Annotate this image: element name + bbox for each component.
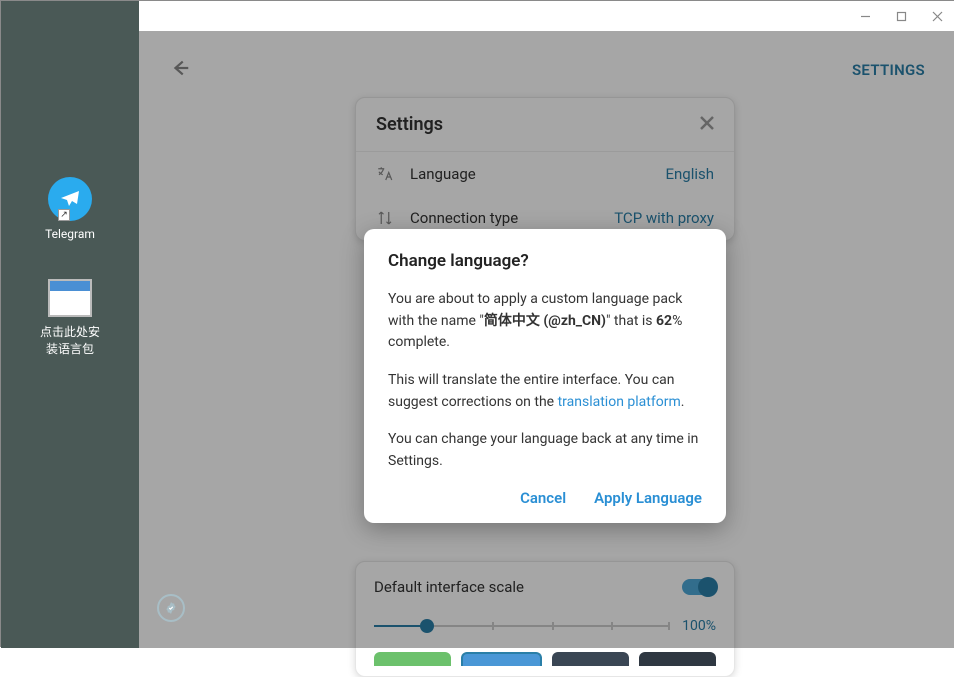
app-content: SETTINGS Settings Language English xyxy=(139,31,954,648)
titlebar xyxy=(139,1,954,31)
file-icon xyxy=(48,279,92,317)
theme-swatches xyxy=(374,652,716,666)
telegram-window: SETTINGS Settings Language English xyxy=(139,1,954,648)
telegram-icon: ↗ xyxy=(48,177,92,221)
theme-swatch-darker[interactable] xyxy=(639,652,716,666)
theme-swatch-green[interactable] xyxy=(374,652,451,666)
desktop-icon-label: Telegram xyxy=(39,227,101,241)
verified-badge-icon xyxy=(157,594,185,622)
theme-swatch-blue[interactable] xyxy=(461,652,542,666)
desktop-background: ↗ Telegram 点击此处安装语言包 xyxy=(1,1,139,648)
maximize-button[interactable] xyxy=(883,1,919,31)
desktop-icon-telegram[interactable]: ↗ Telegram xyxy=(39,177,101,241)
desktop-icon-label: 点击此处安装语言包 xyxy=(39,323,101,357)
apply-language-button[interactable]: Apply Language xyxy=(594,489,702,507)
minimize-button[interactable] xyxy=(847,1,883,31)
dialog-actions: Cancel Apply Language xyxy=(388,489,702,507)
cancel-button[interactable]: Cancel xyxy=(520,489,566,507)
change-language-dialog: Change language? You are about to apply … xyxy=(364,229,726,523)
dialog-para-3: You can change your language back at any… xyxy=(388,429,702,472)
theme-swatch-dark[interactable] xyxy=(552,652,629,666)
dialog-body: You are about to apply a custom language… xyxy=(388,289,702,473)
dialog-para-2: This will translate the entire interface… xyxy=(388,370,702,413)
shortcut-arrow-icon: ↗ xyxy=(58,209,70,221)
close-window-button[interactable] xyxy=(919,1,954,31)
dialog-title: Change language? xyxy=(388,251,702,271)
translation-platform-link[interactable]: translation platform xyxy=(558,394,681,410)
dialog-para-1: You are about to apply a custom language… xyxy=(388,289,702,354)
desktop-icon-langpack[interactable]: 点击此处安装语言包 xyxy=(39,279,101,357)
